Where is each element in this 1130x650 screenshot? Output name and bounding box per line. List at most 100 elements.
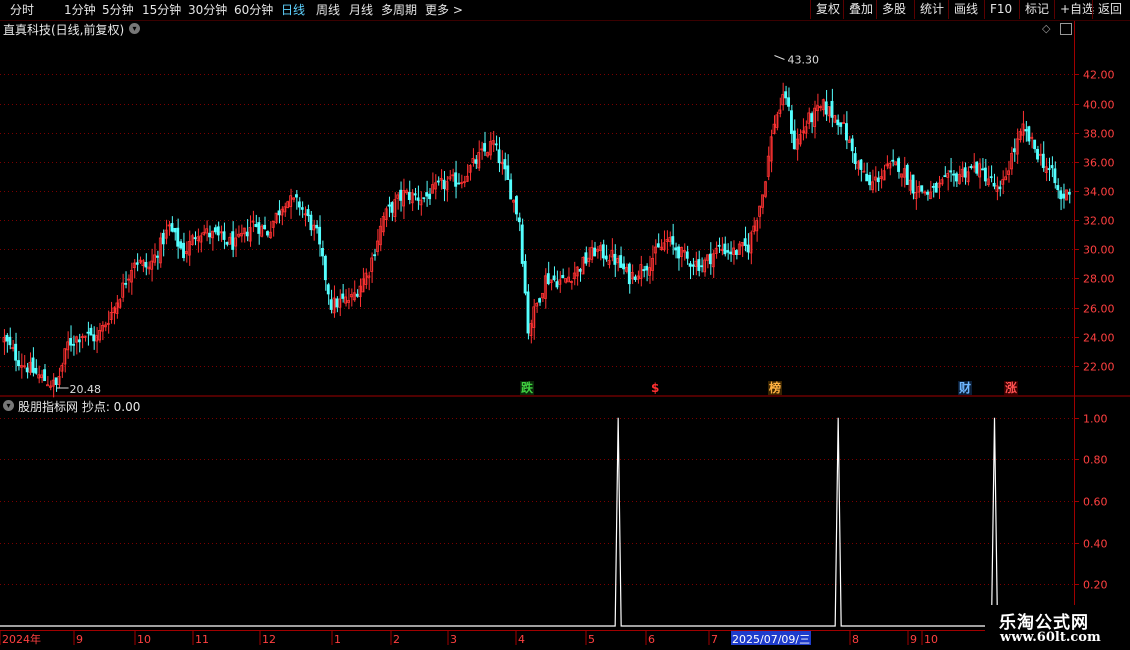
period-tab-10[interactable]: 更多 >	[425, 2, 463, 18]
candle-body	[671, 236, 675, 245]
toolbar-button-6[interactable]: 标记	[1019, 0, 1054, 19]
candle-body	[1067, 191, 1071, 195]
candle-body	[135, 262, 139, 265]
candle-body	[503, 159, 507, 170]
event-tag-1[interactable]: $	[650, 381, 661, 395]
candle-body	[257, 222, 261, 234]
layout-toggle-icon[interactable]	[1060, 23, 1072, 35]
toolbar-button-2[interactable]: 多股	[876, 0, 914, 19]
period-tab-4[interactable]: 30分钟	[188, 2, 227, 18]
price-tick-label: 32.00	[1083, 215, 1115, 228]
candle-body	[1036, 148, 1039, 160]
period-tab-9[interactable]: 多周期	[381, 2, 417, 18]
candle-body	[355, 293, 359, 297]
candle-body	[824, 101, 828, 115]
indicator-tick-label: 0.60	[1083, 496, 1108, 509]
toolbar-button-7[interactable]: +自选	[1054, 0, 1094, 19]
candle-body	[656, 243, 660, 248]
indicator-tick-label: 1.00	[1083, 413, 1108, 426]
event-tag-4[interactable]: 涨	[1004, 381, 1019, 395]
price-tick-label: 42.00	[1083, 69, 1115, 82]
candle-body	[633, 276, 637, 280]
candle-body	[949, 170, 953, 173]
candle-body	[963, 167, 967, 178]
toolbar-button-1[interactable]: 叠加	[843, 0, 876, 19]
toolbar-button-0[interactable]: 复权	[810, 0, 843, 19]
candle-body	[674, 247, 678, 251]
candle-body	[546, 273, 550, 285]
candle-body	[934, 182, 938, 193]
title-dropdown-icon[interactable]: ▾	[129, 23, 140, 34]
candle-body	[390, 202, 394, 213]
indicator-title: 股朋指标网 抄点: 0.00	[18, 400, 141, 414]
event-tag-2[interactable]: 榜	[768, 381, 783, 395]
candle-body	[222, 231, 226, 240]
x-tick-label: 2	[393, 633, 400, 646]
toolbar-button-3[interactable]: 统计	[914, 0, 948, 19]
x-tick-label: 6	[648, 633, 655, 646]
candle-body	[853, 153, 857, 165]
candle-body	[315, 224, 319, 229]
candle-body	[897, 158, 901, 172]
price-tick-label: 28.00	[1083, 273, 1115, 286]
candle-body	[263, 224, 267, 230]
candle-body	[442, 179, 446, 190]
candle-body	[306, 209, 310, 217]
period-tab-8[interactable]: 月线	[349, 2, 373, 18]
candle-body	[784, 91, 788, 99]
x-tick-label: 8	[852, 633, 859, 646]
candle-body	[497, 149, 501, 164]
candle-body	[1056, 185, 1060, 191]
high-label-pointer	[774, 55, 785, 60]
x-tick-label: 11	[195, 633, 209, 646]
price-tick-label: 34.00	[1083, 186, 1115, 199]
event-tag-3[interactable]: 财	[958, 381, 973, 395]
period-tab-6[interactable]: 日线	[281, 2, 305, 18]
toolbar-button-5[interactable]: F10	[984, 0, 1019, 19]
period-tab-5[interactable]: 60分钟	[234, 2, 273, 18]
candle-body	[5, 334, 9, 342]
candle-body	[729, 251, 733, 255]
candle-body	[34, 367, 38, 374]
candle-body	[509, 179, 513, 200]
candle-body	[454, 172, 458, 187]
event-tag-0[interactable]: 跌	[520, 381, 535, 395]
period-tab-2[interactable]: 5分钟	[102, 2, 134, 18]
watermark-logo: 乐淘公式网 www.60lt.com	[985, 605, 1130, 650]
candle-body	[413, 193, 417, 196]
candle-body	[494, 143, 498, 146]
indicator-line	[0, 417, 1074, 627]
candle-body	[318, 226, 322, 245]
candle-body	[688, 263, 692, 267]
candle-body	[526, 291, 530, 334]
period-tab-1[interactable]: 1分钟	[64, 2, 96, 18]
x-tick-label: 4	[518, 633, 525, 646]
period-tab-0[interactable]: 分时	[10, 2, 34, 18]
watermark-line2: www.60lt.com	[1000, 630, 1101, 645]
toolbar-button-8[interactable]: 返回	[1092, 0, 1130, 19]
candle-body	[294, 194, 298, 198]
x-tick-label: 3	[450, 633, 457, 646]
candle-body	[428, 193, 432, 200]
candle-body	[86, 331, 90, 334]
diamond-icon[interactable]: ◇	[1042, 22, 1050, 35]
candle-body	[176, 227, 180, 247]
price-tick-label: 36.00	[1083, 157, 1115, 170]
candle-body	[1027, 126, 1031, 142]
candle-body	[627, 263, 631, 285]
candle-body	[868, 174, 872, 186]
candle-body	[173, 227, 177, 233]
candle-body	[552, 275, 556, 281]
candle-body	[911, 174, 915, 194]
toolbar-button-4[interactable]: 画线	[948, 0, 984, 19]
candle-body	[708, 253, 712, 265]
candle-body	[399, 189, 403, 201]
candle-body	[992, 182, 996, 187]
indicator-dropdown-icon[interactable]: ▾	[3, 400, 14, 411]
candle-body	[182, 242, 185, 259]
period-tab-7[interactable]: 周线	[316, 2, 340, 18]
x-tick-label: 9	[76, 633, 83, 646]
chart-canvas[interactable]: 42.00 40.00 38.00 36.00 34.00 32.00 30.00 28.00…	[0, 0, 1130, 650]
period-tab-3[interactable]: 15分钟	[142, 2, 181, 18]
candle-body	[387, 204, 391, 207]
